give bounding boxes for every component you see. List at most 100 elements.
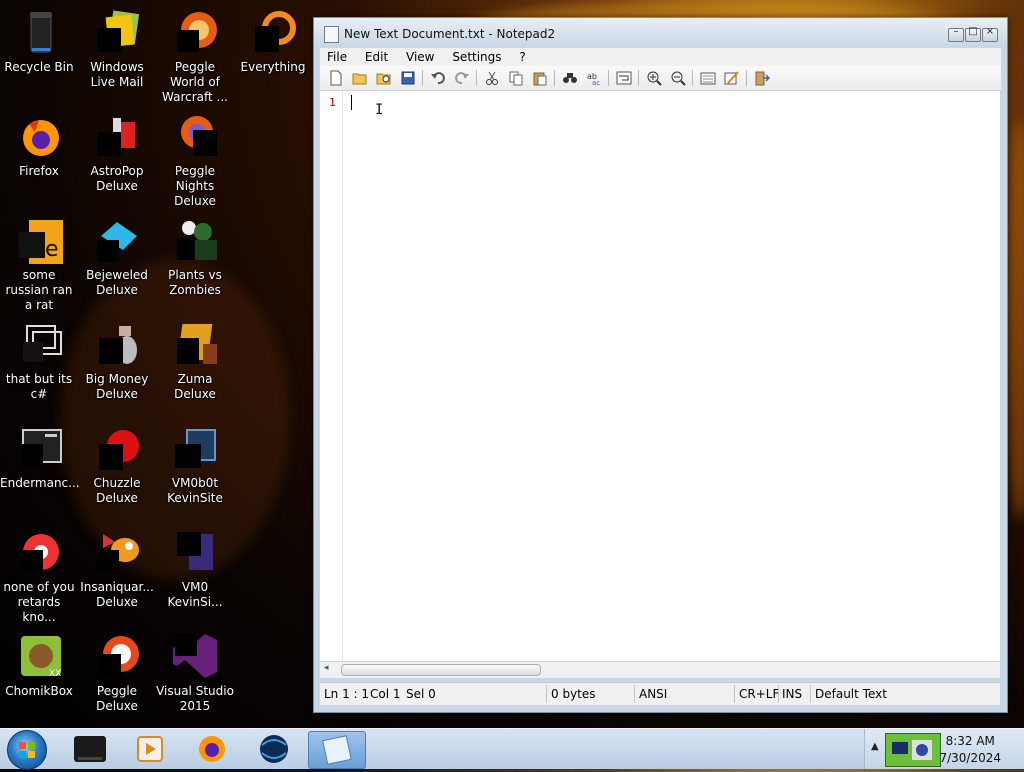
application-window-icon	[15, 424, 63, 472]
undo-icon[interactable]	[430, 70, 446, 86]
status-encoding[interactable]: ANSI	[639, 687, 667, 701]
window-title: New Text Document.txt - Notepad2	[344, 27, 556, 41]
desktop-icon-bejeweled-deluxe[interactable]: Bejeweled Deluxe	[78, 212, 156, 308]
paste-icon[interactable]	[532, 70, 548, 86]
text-caret	[351, 95, 352, 110]
notepad-icon	[322, 735, 352, 765]
desktop-icon-endermanc[interactable]: Endermanc...	[0, 420, 80, 516]
menu-edit[interactable]: Edit	[358, 48, 395, 66]
desktop-icon-windows-live-mail[interactable]: Windows Live Mail	[78, 4, 156, 100]
window-titlebar[interactable]: New Text Document.txt - Notepad2 – □ ×	[314, 18, 1007, 48]
zoom-out-icon[interactable]	[670, 70, 686, 86]
line-number-gutter: 1	[320, 91, 343, 661]
menu-file[interactable]: File	[320, 48, 354, 66]
desktop-icon-vm0-kevinsite[interactable]: VM0 KevinSi...	[156, 524, 234, 620]
desktop-icon-insaniquarium-deluxe[interactable]: Insaniquar... Deluxe	[78, 524, 156, 620]
insaniquarium-icon	[93, 528, 141, 576]
taskbar: ▲ 8:32 AM 7/30/2024	[0, 728, 1024, 770]
status-scheme[interactable]: Default Text	[815, 687, 887, 701]
close-icon: ×	[985, 26, 995, 37]
customize-schemes-icon[interactable]	[724, 70, 740, 86]
taskbar-app-terminal[interactable]	[62, 731, 118, 767]
bejeweled-icon	[93, 216, 141, 264]
replace-icon[interactable]: ab ac	[586, 70, 602, 87]
notepad2-window[interactable]: New Text Document.txt - Notepad2 – □ × F…	[313, 17, 1008, 713]
chrome-icon	[15, 528, 63, 576]
horizontal-scrollbar[interactable]: ◂	[320, 662, 1000, 678]
toolbar-separator	[554, 70, 555, 86]
desktop-icon-zuma-deluxe[interactable]: Zuma Deluxe	[156, 316, 234, 412]
desktop-icon-peggle-deluxe[interactable]: Peggle Deluxe	[78, 628, 156, 724]
cut-icon[interactable]	[484, 70, 500, 86]
terminal-icon	[74, 736, 106, 762]
toolbar-separator	[746, 70, 747, 86]
taskbar-app-firefox[interactable]	[184, 731, 240, 767]
chomikbox-icon: XX	[15, 632, 63, 680]
start-button[interactable]	[7, 730, 47, 770]
desktop-icon-plants-vs-zombies[interactable]: Plants vs Zombies	[156, 212, 234, 308]
toolbar-separator	[692, 70, 693, 86]
scheme-icon[interactable]	[700, 70, 716, 86]
minimize-button[interactable]: –	[948, 26, 964, 42]
taskbar-app-notepad2[interactable]	[308, 731, 366, 769]
taskbar-app-media-player[interactable]	[122, 731, 178, 767]
status-divider	[734, 685, 735, 703]
exit-icon[interactable]	[754, 70, 771, 86]
media-player-icon	[137, 736, 163, 762]
status-divider	[546, 685, 547, 703]
ibeam-cursor-icon: I	[375, 102, 384, 118]
clock[interactable]: 8:32 AM 7/30/2024	[939, 733, 1001, 767]
scrollbar-thumb[interactable]	[341, 664, 541, 676]
desktop-icon-recycle-bin[interactable]: Recycle Bin	[0, 4, 78, 100]
maximize-button[interactable]: □	[965, 26, 981, 42]
scroll-left-icon[interactable]: ◂	[324, 663, 329, 673]
save-icon[interactable]	[400, 70, 416, 86]
status-line: Ln 1 : 1	[324, 687, 370, 701]
desktop-icon-peggle-nights-deluxe[interactable]: Peggle Nights Deluxe	[156, 108, 234, 208]
show-hidden-icons-icon[interactable]: ▲	[871, 741, 879, 752]
status-insert-mode[interactable]: INS	[782, 687, 802, 701]
network-app-tray-icon[interactable]	[885, 733, 941, 767]
desktop-icon-chuzzle-deluxe[interactable]: Chuzzle Deluxe	[78, 420, 156, 516]
desktop-icon-none-of-you[interactable]: none of you retards kno...	[0, 524, 78, 624]
text-editor[interactable]: 1 I	[320, 91, 1000, 661]
desktop-icon-chomikbox[interactable]: XX ChomikBox	[0, 628, 78, 724]
plants-vs-zombies-icon	[171, 216, 219, 264]
clock-time: 8:32 AM	[945, 734, 995, 748]
zoom-in-icon[interactable]	[646, 70, 662, 86]
toolbar-separator	[638, 70, 639, 86]
toolbar-separator	[608, 70, 609, 86]
copy-icon[interactable]	[508, 70, 524, 86]
new-file-icon[interactable]	[328, 70, 344, 86]
desktop-icon-that-but-its-csharp[interactable]: that but its c#	[0, 316, 78, 412]
desktop-icon-visual-studio-2015[interactable]: Visual Studio 2015	[156, 628, 234, 724]
status-divider	[810, 685, 811, 703]
status-column: Col 1	[370, 687, 401, 701]
svg-text:ac: ac	[592, 79, 600, 86]
menu-settings[interactable]: Settings	[445, 48, 508, 66]
redo-icon[interactable]	[454, 70, 470, 86]
find-icon[interactable]	[562, 70, 578, 86]
vm-bot-icon	[171, 424, 219, 472]
desktop-icon-everything[interactable]: Everything	[234, 4, 312, 100]
status-line-endings[interactable]: CR+LF	[739, 687, 779, 701]
desktop-icon-vm0b0t-kevinsite[interactable]: VM0b0t KevinSite	[156, 420, 234, 516]
browse-icon[interactable]	[376, 70, 392, 86]
desktop-icon-big-money-deluxe[interactable]: Big Money Deluxe	[78, 316, 156, 412]
desktop-icon-peggle-world-of-warcraft[interactable]: Peggle World of Warcraft ...	[156, 4, 234, 104]
menu-view[interactable]: View	[399, 48, 441, 66]
menu-help[interactable]: ?	[512, 48, 532, 66]
desktop-icon-astropop-deluxe[interactable]: AstroPop Deluxe	[78, 108, 156, 204]
menu-bar: File Edit View Settings ?	[320, 48, 1001, 66]
zuma-icon	[171, 320, 219, 368]
desktop-icon-firefox[interactable]: Firefox	[0, 108, 78, 204]
globe-icon	[260, 735, 288, 763]
visual-studio-icon	[171, 632, 219, 680]
close-button[interactable]: ×	[982, 26, 998, 42]
word-wrap-icon[interactable]	[616, 70, 632, 86]
peggle-nights-icon	[171, 112, 219, 160]
taskbar-app-globe[interactable]	[246, 731, 302, 767]
desktop-icon-some-russian-ran-a-rat[interactable]: e some russian ran a rat	[0, 212, 78, 312]
open-folder-icon[interactable]	[352, 70, 368, 86]
status-divider	[634, 685, 635, 703]
